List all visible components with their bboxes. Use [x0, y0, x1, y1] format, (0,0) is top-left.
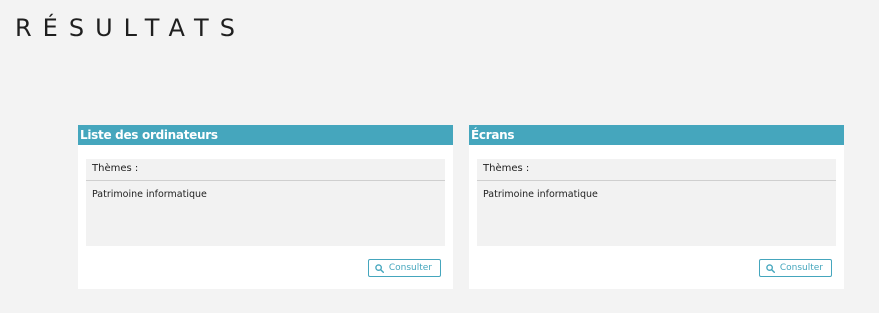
card-themes-panel: Thèmes : Patrimoine informatique: [477, 159, 836, 246]
search-icon: [766, 263, 775, 273]
consult-button-label: Consulter: [779, 263, 823, 273]
consult-button-label: Consulter: [388, 263, 432, 273]
page-title: RÉSULTATS: [15, 14, 246, 42]
themes-label: Thèmes :: [477, 159, 836, 181]
consult-button[interactable]: Consulter: [367, 259, 441, 277]
card-title[interactable]: Écrans: [469, 125, 844, 145]
themes-label: Thèmes :: [86, 159, 445, 181]
search-icon: [375, 263, 384, 273]
themes-value: Patrimoine informatique: [483, 189, 598, 200]
result-card-ecrans: Écrans Thèmes : Patrimoine informatique …: [469, 125, 844, 289]
themes-value: Patrimoine informatique: [92, 189, 207, 200]
result-card-ordinateurs: Liste des ordinateurs Thèmes : Patrimoin…: [78, 125, 453, 289]
card-themes-panel: Thèmes : Patrimoine informatique: [86, 159, 445, 246]
card-title[interactable]: Liste des ordinateurs: [78, 125, 453, 145]
consult-button[interactable]: Consulter: [758, 259, 832, 277]
